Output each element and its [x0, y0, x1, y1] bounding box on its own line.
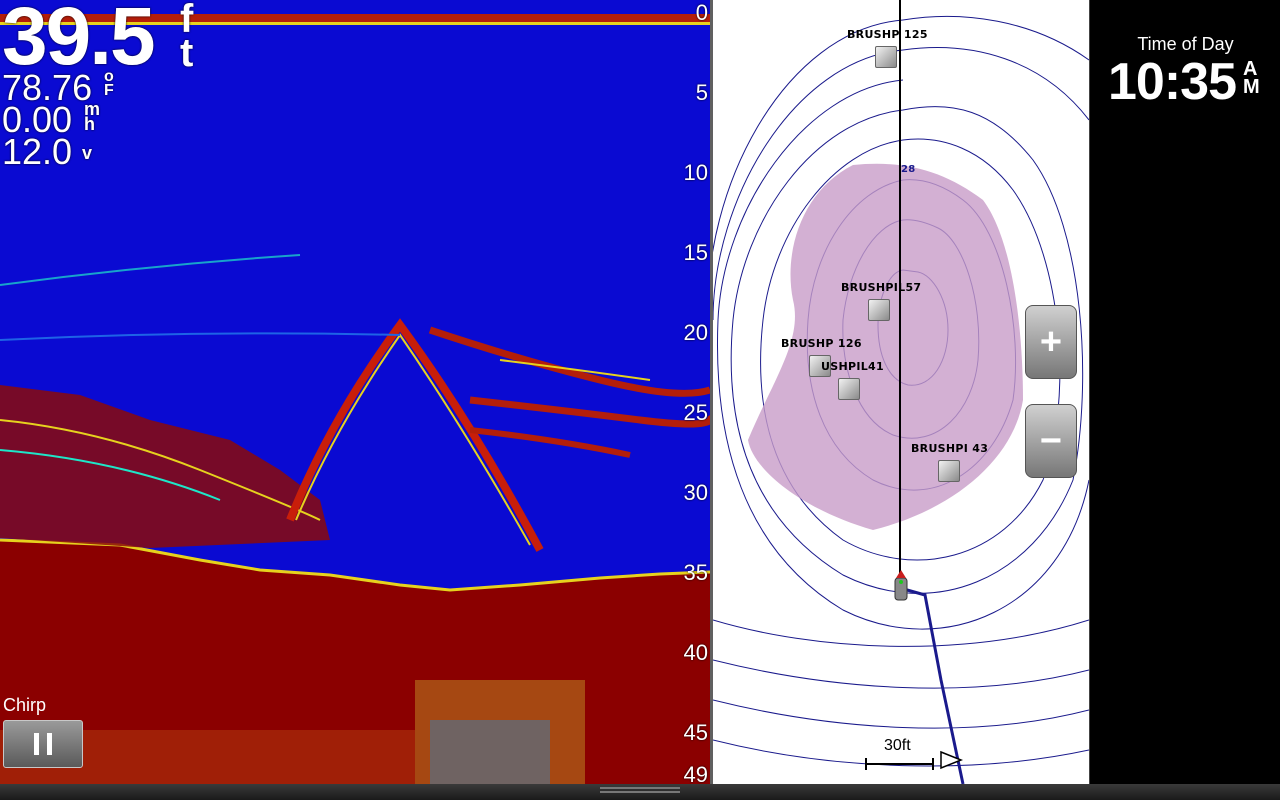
waypoint-icon[interactable] [838, 378, 860, 400]
waypoint-icon[interactable] [938, 460, 960, 482]
zoom-in-button[interactable]: + [1025, 305, 1077, 379]
pause-button[interactable] [3, 720, 83, 768]
map-scale-label: 30ft [884, 737, 911, 754]
contour-map [713, 0, 1089, 784]
depth-scale-label: 0 [695, 0, 708, 25]
zoom-out-button[interactable]: − [1025, 404, 1077, 478]
depth-scale-label: 15 [683, 240, 708, 265]
waypoint-label: BRUSHP 126 [781, 337, 862, 350]
bottom-bar[interactable] [0, 784, 1280, 800]
menu-handle-icon[interactable] [600, 787, 680, 797]
depth-scale-label: 25 [683, 400, 708, 425]
sonar-echogram [0, 0, 710, 784]
sonar-mode-label: Chirp [3, 695, 47, 715]
depth-scale-label: 10 [683, 160, 708, 185]
time-of-day-value: 10:35 [1108, 53, 1237, 111]
navigation-chart[interactable]: 28 BRUSHP 125 BRUSHPIL57 BRUSHP 126 USHP… [713, 0, 1089, 784]
temperature-unit: o F [104, 68, 114, 99]
sonar-pane[interactable]: 39.5 f t 78.76 o F 0.00 m h 12.0 v Chirp… [0, 0, 710, 784]
waypoint-icon[interactable] [868, 299, 890, 321]
depth-scale-label: 30 [683, 480, 708, 505]
waypoint-label: USHPIL41 [821, 360, 884, 373]
contour-depth-label: 28 [901, 164, 916, 175]
boat-icon [894, 570, 908, 601]
pause-icon [34, 733, 39, 755]
depth-scale-label: 40 [683, 640, 708, 665]
plus-icon: + [1039, 320, 1063, 363]
voltage-readout: 12.0 [2, 131, 73, 172]
depth-scale-label: 35 [683, 560, 708, 585]
speed-unit: m h [84, 99, 101, 135]
depth-scale-label: 49 [683, 762, 708, 784]
depth-scale-label: 20 [683, 320, 708, 345]
waypoint-label: BRUSHP 125 [847, 28, 928, 41]
depth-scale-label: 5 [695, 80, 708, 105]
depth-unit: f t [180, 0, 194, 75]
data-panel[interactable]: Time of Day 10:35 A M [1089, 0, 1280, 784]
waypoint-label: BRUSHPIL57 [841, 281, 922, 294]
minus-icon: − [1039, 419, 1063, 462]
waypoint-label: BRUSHPI 43 [911, 442, 989, 455]
depth-scale-label: 45 [683, 720, 708, 745]
am-pm-indicator: A M [1243, 58, 1260, 98]
voltage-unit: v [82, 143, 93, 163]
waypoint-icon[interactable] [875, 46, 897, 68]
